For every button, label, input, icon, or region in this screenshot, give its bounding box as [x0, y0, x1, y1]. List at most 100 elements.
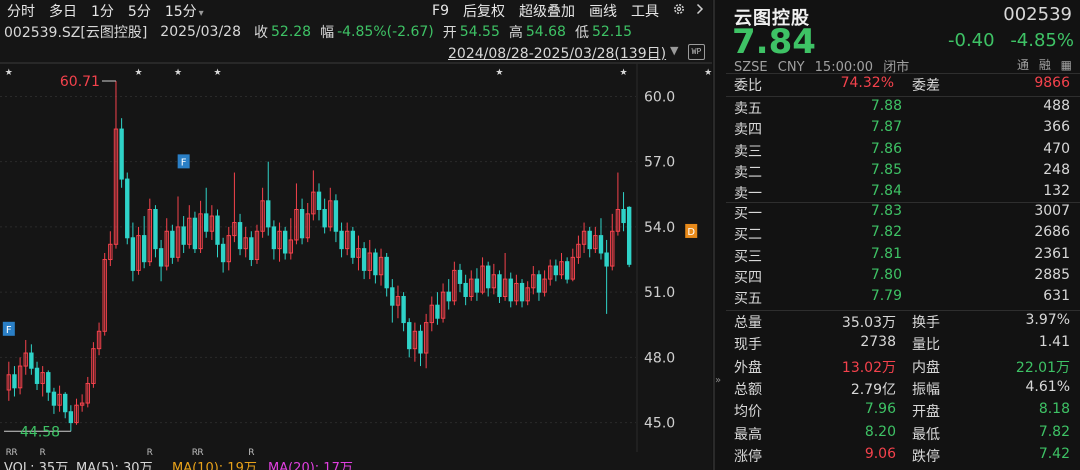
candle-body [621, 209, 626, 224]
kline-chart-pane[interactable]: 分时 多日 1分 5分 15分 ▾ F9 后复权 超级叠加 画线 工具 00253… [0, 0, 712, 470]
candle-body [626, 206, 632, 265]
candle-body [435, 304, 440, 319]
volume-legend-item: VOL: 35万 [4, 461, 68, 470]
stat-label: 总量 [734, 315, 762, 331]
candle-body [401, 295, 406, 324]
level-label: 买二 [734, 227, 762, 244]
y-tick-label: 51.0 [644, 285, 675, 301]
level-volume: 2686 [1034, 224, 1070, 241]
stat-value: 22.01万 [1015, 359, 1070, 376]
y-tick-label: 54.0 [644, 220, 675, 236]
level-price: 7.81 [870, 245, 902, 262]
event-star-icon: ★ [174, 68, 182, 78]
stat-label: 最高 [734, 426, 762, 443]
wei-bi-label: 委比 [734, 78, 762, 94]
candle-body [63, 393, 68, 413]
candle-body [322, 209, 327, 228]
candle-body [299, 209, 305, 239]
stat-label: 外盘 [734, 359, 762, 376]
more-icon[interactable]: ▦ [1061, 58, 1072, 72]
candle-body [204, 213, 209, 232]
pane-divider[interactable] [713, 0, 715, 470]
candle-body [249, 237, 254, 261]
candle-body [390, 287, 395, 306]
stat-label: 量比 [912, 337, 940, 354]
tag-connect[interactable]: 通 [1017, 58, 1029, 72]
candle-body [130, 237, 136, 271]
y-tick-label: 57.0 [644, 155, 675, 171]
stat-value: 7.96 [864, 401, 896, 418]
candle-body [339, 230, 344, 250]
asks-level-2[interactable]: 卖四 7.87 366 [734, 118, 1072, 139]
candle-body [418, 330, 423, 354]
candle-body [29, 352, 34, 369]
stat-value: 7.42 [1038, 445, 1070, 462]
rights-marker: R [197, 448, 203, 458]
stat-row: 最高 8.20 最低 7.82 [734, 423, 1072, 444]
candle-body [119, 128, 124, 180]
stat-value: 9.06 [864, 445, 896, 462]
wei-cha-label: 委差 [912, 78, 940, 94]
stat-value: 3.97% [1025, 312, 1070, 328]
candle-body [446, 291, 451, 302]
candle-body [373, 252, 378, 276]
level-label: 卖三 [734, 143, 762, 160]
level-price: 7.82 [870, 224, 902, 241]
candle-body [350, 230, 356, 258]
tag-margin[interactable]: 融 [1039, 58, 1051, 72]
event-marker-d-text: D [687, 227, 695, 238]
level-label: 卖四 [734, 122, 762, 139]
candle-body [34, 367, 40, 384]
level-volume: 366 [1043, 119, 1070, 136]
stat-label: 振幅 [912, 381, 940, 398]
event-marker-f-text: F [181, 157, 187, 168]
asks-level-5[interactable]: 卖一 7.84 132 [734, 182, 1072, 203]
bids-level-3[interactable]: 买三 7.81 2361 [734, 245, 1072, 266]
candle-body [51, 391, 57, 406]
bids-level-5[interactable]: 买五 7.79 631 [734, 287, 1072, 308]
candlestick-chart[interactable]: 60.057.054.051.048.045.060.7144.58FFDF★★… [0, 0, 712, 470]
level-price: 7.87 [870, 119, 902, 136]
stat-label: 换手 [912, 315, 940, 331]
collapse-toggle-icon[interactable]: » [715, 370, 725, 392]
candle-body [282, 230, 288, 254]
bids-level-2[interactable]: 买二 7.82 2686 [734, 223, 1072, 244]
volume-legend-item: MA(10): 19万 [172, 461, 257, 470]
bids-level-4[interactable]: 买四 7.80 2885 [734, 266, 1072, 287]
candle-body [266, 200, 271, 228]
level-label: 买五 [734, 291, 762, 308]
candle-body [384, 256, 389, 289]
level-price: 7.80 [870, 266, 902, 283]
event-star-icon: ★ [134, 68, 142, 78]
candle-body [316, 191, 322, 211]
candle-body [497, 274, 502, 297]
candle-body [220, 243, 226, 263]
stat-label: 涨停 [734, 448, 762, 465]
candle-body [192, 217, 198, 250]
stat-row: 均价 7.96 开盘 8.18 [734, 400, 1072, 421]
candle-body [508, 278, 513, 302]
asks-level-4[interactable]: 卖二 7.85 248 [734, 161, 1072, 182]
level-volume: 2885 [1034, 266, 1070, 283]
candle-body [68, 411, 74, 424]
stock-tags: 通 融 ▦ [1011, 56, 1072, 73]
stat-row: 外盘 13.02万 内盘 22.01万 [734, 356, 1072, 377]
stat-label: 开盘 [912, 404, 940, 421]
stat-label: 总额 [734, 381, 762, 398]
bids-level-1[interactable]: 买一 7.83 3007 [734, 202, 1072, 223]
level-label: 卖一 [734, 186, 762, 203]
stat-label: 现手 [734, 337, 762, 354]
level-price: 7.84 [870, 183, 902, 200]
candle-body [604, 252, 609, 267]
candle-body [237, 222, 243, 250]
volume-legend-item: MA(5): 30万 [76, 461, 153, 470]
wei-bi-value: 74.32% [840, 75, 894, 91]
rights-marker: R [248, 448, 254, 458]
candle-body [170, 230, 175, 258]
candle-body [141, 235, 147, 263]
asks-level-1[interactable]: 卖五 7.88 488 [734, 97, 1072, 118]
volume-legend-item: MA(20): 17万 [268, 461, 353, 470]
candle-body [125, 178, 130, 239]
asks-level-3[interactable]: 卖三 7.86 470 [734, 140, 1072, 161]
candle-body [587, 230, 592, 250]
